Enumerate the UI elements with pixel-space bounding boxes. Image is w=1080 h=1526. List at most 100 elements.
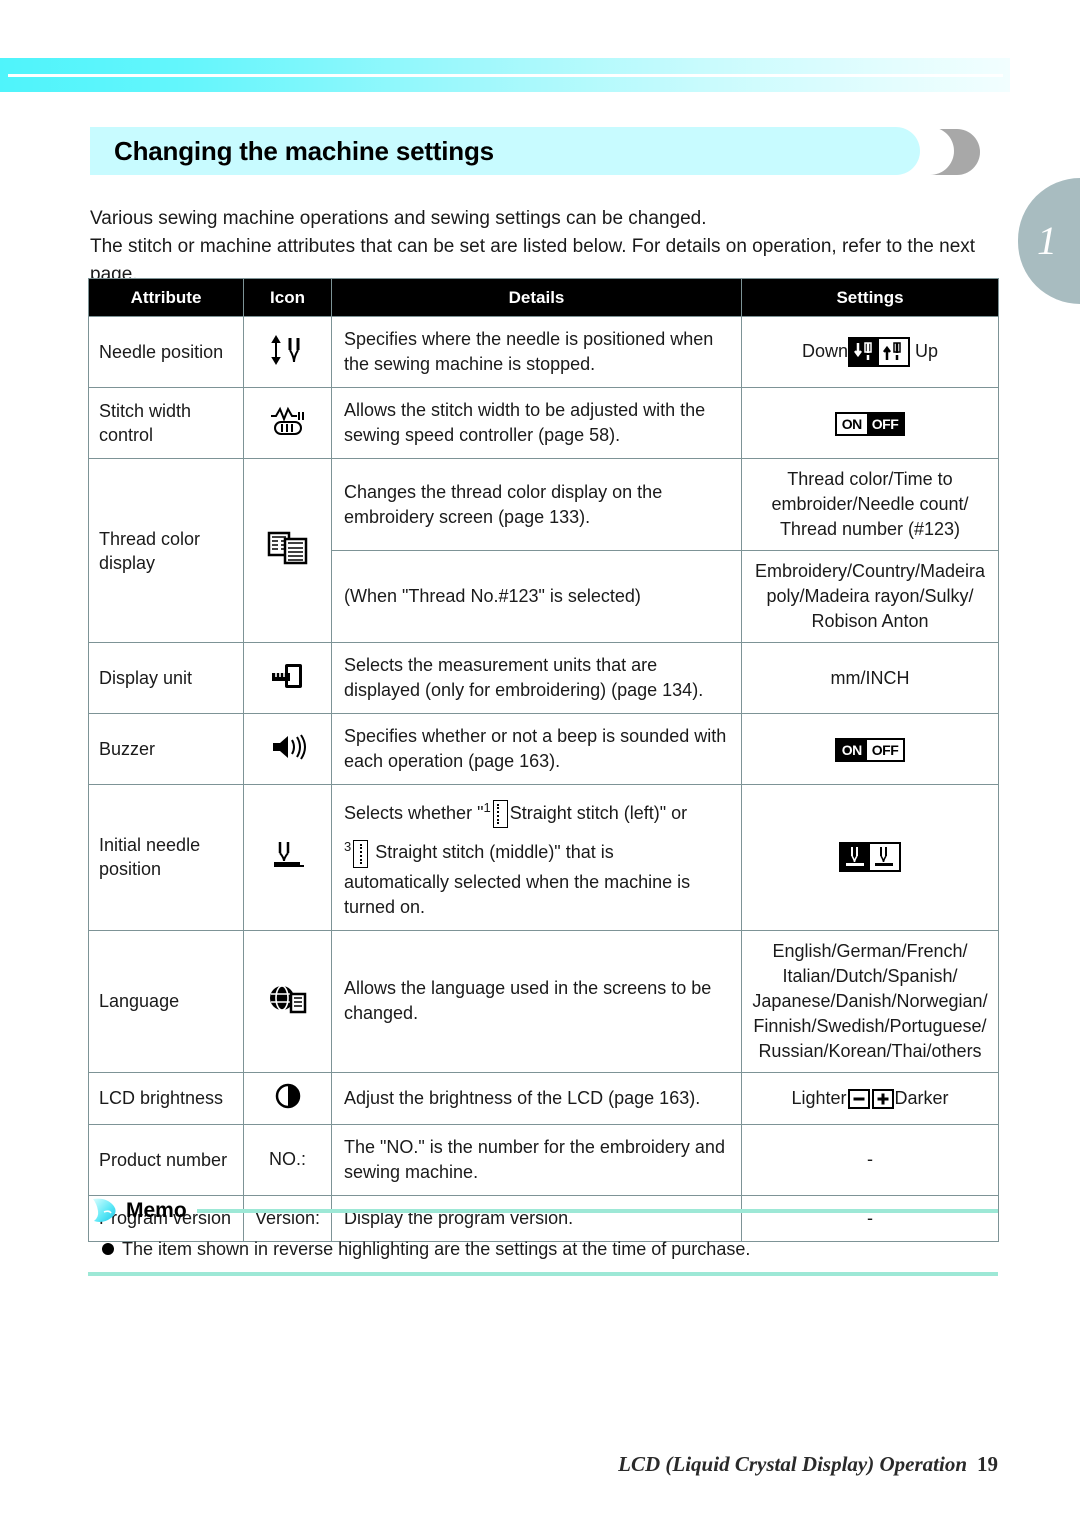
cell-details: Allows the language used in the screens … [331, 929, 742, 1073]
cell-settings: - [741, 1123, 999, 1196]
details-superscript-1: 1 [483, 800, 491, 815]
cell-details: Selects the measurement units that are d… [331, 642, 742, 714]
brightness-plus-button[interactable] [871, 1088, 894, 1109]
cell-attribute: LCD brightness [88, 1071, 244, 1125]
intro-paragraph: Various sewing machine operations and se… [90, 205, 1000, 289]
on-off-badge[interactable]: ON OFF [834, 411, 906, 436]
on-segment[interactable]: ON [836, 413, 867, 434]
settings-prefix-label: Lighter [791, 1087, 847, 1108]
memo-item: The item shown in reverse highlighting a… [88, 1236, 998, 1262]
cell-icon [243, 642, 332, 714]
details-part-3: Straight stitch (middle)" that is [375, 842, 614, 863]
details-part-1: Selects whether " [344, 803, 484, 823]
header-attribute: Attribute [88, 278, 244, 317]
top-banner-white-line [8, 74, 1003, 77]
header-details: Details [331, 278, 742, 317]
needle-left-middle-badge[interactable] [839, 842, 901, 873]
intro-line-1: Various sewing machine operations and se… [90, 208, 707, 229]
buzzer-icon [268, 733, 308, 768]
memo-title: Memo [126, 1199, 187, 1222]
off-segment[interactable]: OFF [866, 739, 904, 760]
header-settings: Settings [741, 278, 999, 317]
language-icon [266, 984, 310, 1020]
memo-bullet-icon [102, 1243, 114, 1255]
display-unit-icon [268, 663, 308, 697]
needle-down-half [850, 339, 879, 365]
needle-up-half [879, 339, 908, 365]
details-superscript-2: 3 [344, 839, 352, 855]
table-row: Display unit Selects the measurement uni… [88, 642, 999, 714]
table-row: Product number NO.: The "NO." is the num… [88, 1123, 999, 1196]
on-segment[interactable]: ON [836, 739, 867, 760]
table-row: Buzzer Specifies whether or not a beep i… [88, 713, 999, 785]
table-header-row: Attribute Icon Details Settings [88, 278, 999, 317]
cell-settings [741, 784, 999, 931]
needle-position-icon [268, 334, 308, 371]
cell-settings: ON OFF [741, 387, 999, 459]
cell-details: Allows the stitch width to be adjusted w… [331, 387, 742, 459]
cell-settings: Embroidery/Country/Madeira poly/Madeira … [741, 550, 999, 643]
thread-color-display-icon [266, 531, 310, 571]
cell-details: Changes the thread color display on the … [331, 458, 742, 551]
machine-settings-table: Attribute Icon Details Settings Needle p… [88, 278, 999, 1242]
memo-item-text: The item shown in reverse highlighting a… [122, 1239, 751, 1259]
initial-needle-position-icon [266, 841, 310, 876]
title-bar-cyan: Changing the machine settings [90, 127, 920, 175]
table-row: Thread color display Changes the thread … [88, 458, 999, 643]
off-segment[interactable]: OFF [866, 413, 904, 434]
needle-left-half [841, 844, 870, 871]
cell-details: Specifies whether or not a beep is sound… [331, 713, 742, 785]
straight-stitch-left-icon [492, 800, 508, 829]
memo-rule-top [196, 1209, 998, 1213]
cell-attribute: Buzzer [88, 713, 244, 785]
brightness-minus-button[interactable] [847, 1088, 870, 1109]
cell-details: (When "Thread No.#123" is selected) [331, 550, 742, 643]
cell-attribute: Display unit [88, 642, 244, 714]
cell-details: Specifies where the needle is positioned… [331, 316, 742, 388]
cell-icon [243, 713, 332, 785]
cell-settings: Down Up [741, 316, 999, 388]
details-part-2: Straight stitch (left)" or [509, 803, 688, 823]
memo-rule-bottom [88, 1272, 998, 1276]
cell-icon [243, 929, 332, 1073]
memo-balloon-icon [88, 1196, 122, 1226]
cell-details: The "NO." is the number for the embroide… [331, 1123, 742, 1196]
cell-icon [243, 387, 332, 459]
chapter-tab: 1 [1018, 178, 1080, 304]
settings-suffix-label: Darker [894, 1087, 949, 1108]
table-row: Needle position Specifies where the need… [88, 316, 999, 388]
straight-stitch-middle-icon [353, 839, 369, 868]
table-row: Initial needle position Selects whether … [88, 784, 999, 931]
stitch-width-control-icon [267, 406, 309, 442]
settings-suffix-label: Up [915, 340, 939, 361]
section-title-bar: Changing the machine settings [90, 127, 980, 175]
needle-middle-half [870, 844, 899, 871]
cell-details: Adjust the brightness of the LCD (page 1… [331, 1071, 742, 1125]
page-footer: LCD (Liquid Crystal Display) Operation 19 [0, 1452, 998, 1477]
chapter-tab-number: 1 [1037, 218, 1057, 263]
cell-attribute: Needle position [88, 316, 244, 388]
cell-icon [243, 316, 332, 388]
memo-section: Memo The item shown in reverse highlight… [88, 1196, 998, 1276]
cell-details: Selects whether "1 Straight stitch (left)… [331, 784, 742, 931]
page-title: Changing the machine settings [114, 135, 494, 166]
header-icon: Icon [243, 278, 332, 317]
lcd-brightness-icon [271, 1083, 305, 1117]
cell-settings: mm/INCH [741, 642, 999, 714]
table-row: LCD brightness Adjust the brightness of … [88, 1071, 999, 1125]
cell-attribute: Stitch width control [88, 387, 244, 459]
memo-header: Memo [88, 1196, 998, 1226]
cell-attribute: Thread color display [88, 458, 244, 643]
cell-settings: Thread color/Time to embroider/Needle co… [741, 458, 999, 551]
footer-section-label: LCD (Liquid Crystal Display) Operation [618, 1452, 967, 1476]
table-row: Language Allows the language used in the… [88, 929, 999, 1073]
needle-down-up-badge[interactable] [848, 337, 910, 367]
table-row: Stitch width control Allows the stitch w… [88, 387, 999, 459]
cell-icon [243, 1071, 332, 1125]
details-part-4: automatically selected when the machine … [344, 871, 691, 917]
footer-page-number: 19 [977, 1452, 998, 1476]
cell-icon [243, 784, 332, 931]
on-off-badge[interactable]: ON OFF [834, 737, 906, 762]
cell-settings: ON OFF [741, 713, 999, 785]
cell-icon [243, 458, 332, 643]
